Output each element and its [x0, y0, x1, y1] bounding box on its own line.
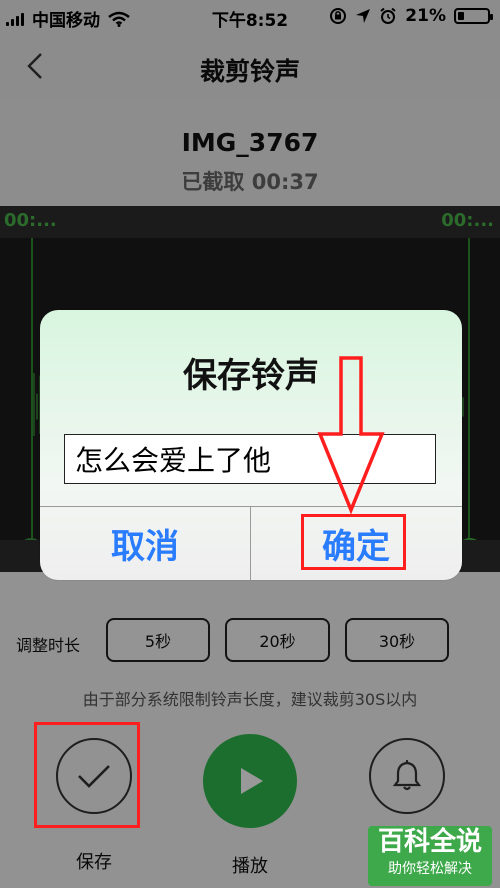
dialog-title: 保存铃声 — [183, 356, 319, 396]
cancel-button[interactable]: 取消 — [40, 506, 250, 580]
arrow-down-icon — [317, 356, 385, 514]
watermark-logo: 百科全说 助你轻松解决 — [368, 826, 492, 886]
watermark-title: 百科全说 — [377, 827, 482, 857]
watermark-subtitle: 助你轻松解决 — [388, 861, 472, 877]
save-highlight-box — [34, 722, 140, 828]
confirm-highlight-box — [301, 514, 406, 570]
